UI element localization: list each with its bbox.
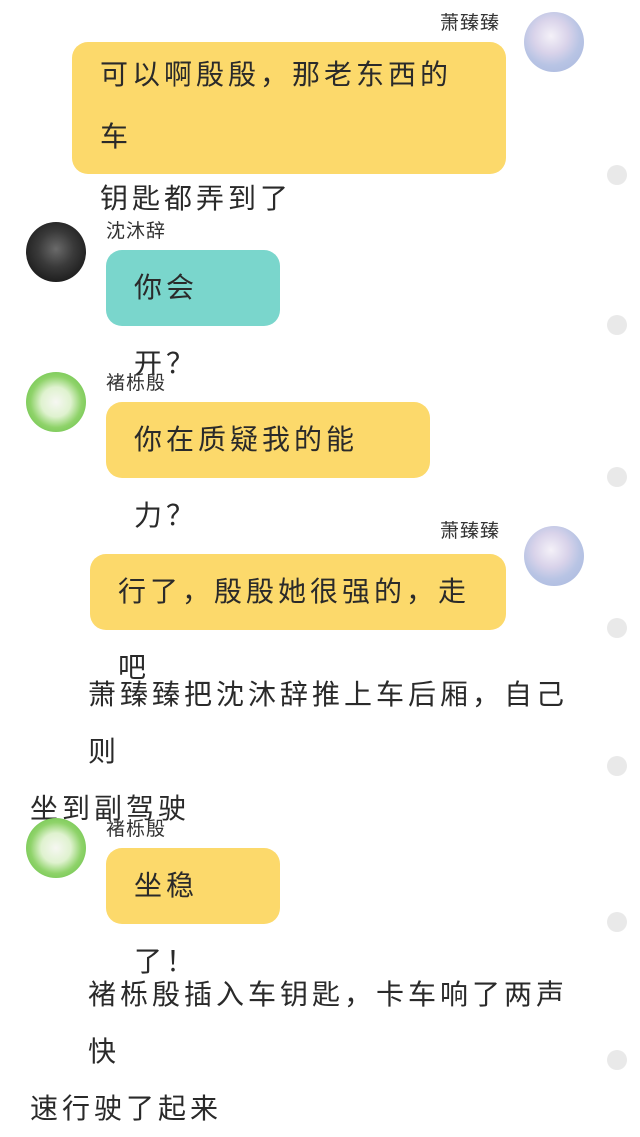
speaker-name: 萧臻臻 (440, 520, 501, 542)
message-bubble: 你会开？ (106, 250, 280, 380)
narration-paragraph: 萧臻臻把沈沐辞推上车后厢，自己则 坐到副驾驶 (30, 666, 590, 837)
message-bubble: 坐稳了！ (106, 848, 280, 978)
read-indicator-dot (607, 1050, 627, 1070)
message-text-line: 可以啊殷殷，那老东西的车 (100, 58, 453, 153)
read-indicator-dot (607, 912, 627, 932)
message-bubble: 你在质疑我的能力？ (106, 402, 430, 532)
narration-paragraph: 褚栎殷插入车钥匙，卡车响了两声快 速行驶了起来 (30, 966, 590, 1137)
read-indicator-dot (607, 756, 627, 776)
message-bubble: 行了，殷殷她很强的，走吧 (90, 554, 506, 684)
narration-line: 速行驶了起来 (30, 1092, 223, 1125)
narration-line: 褚栎殷插入车钥匙，卡车响了两声快 (88, 978, 569, 1068)
read-indicator-dot (607, 315, 627, 335)
avatar-xiao-zhenzhen[interactable] (524, 12, 584, 72)
message-text: 坐稳了！ (134, 869, 199, 978)
avatar-chu-liyin[interactable] (26, 818, 86, 878)
read-indicator-dot (607, 618, 627, 638)
speaker-name: 褚栎殷 (106, 372, 167, 394)
read-indicator-dot (607, 467, 627, 487)
message-bubble: 可以啊殷殷，那老东西的车 钥匙都弄到了 (72, 42, 506, 215)
speaker-name: 沈沐辞 (106, 220, 167, 242)
message-text: 你会开？ (134, 271, 199, 380)
speaker-name: 萧臻臻 (440, 12, 501, 34)
avatar-xiao-zhenzhen[interactable] (524, 526, 584, 586)
read-indicator-dot (607, 165, 627, 185)
message-text: 你在质疑我的能力？ (134, 423, 359, 532)
speaker-name: 褚栎殷 (106, 818, 167, 840)
avatar-chu-liyin[interactable] (26, 372, 86, 432)
narration-line: 萧臻臻把沈沐辞推上车后厢，自己则 (88, 678, 569, 768)
avatar-shen-muci[interactable] (26, 222, 86, 282)
